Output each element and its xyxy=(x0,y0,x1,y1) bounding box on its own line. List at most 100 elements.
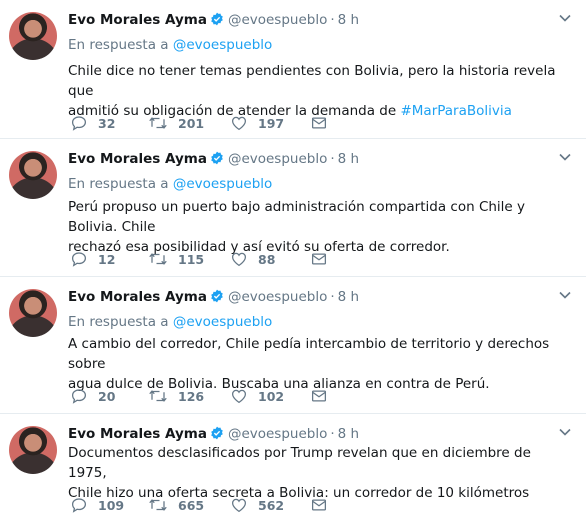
retweet-button[interactable]: 665 xyxy=(148,495,204,515)
tweet-text: Documentos desclasificados por Trump rev… xyxy=(68,443,573,503)
separator-dot: · xyxy=(330,12,335,28)
reply-button[interactable]: 20 xyxy=(70,386,115,406)
tweet-text: Chile dice no tener temas pendientes con… xyxy=(68,61,573,121)
timestamp[interactable]: 8 h xyxy=(338,12,359,28)
like-count: 197 xyxy=(258,115,285,131)
avatar[interactable] xyxy=(9,12,57,60)
retweet-icon xyxy=(149,390,167,402)
reply-context: En respuesta a @evoespueblo xyxy=(68,36,272,54)
retweet-button[interactable]: 115 xyxy=(148,249,204,269)
reply-icon xyxy=(71,252,87,267)
reply-context: En respuesta a @evoespueblo xyxy=(68,313,272,331)
chevron-down-icon[interactable] xyxy=(558,425,572,439)
avatar[interactable] xyxy=(9,289,57,337)
reply-context: En respuesta a @evoespueblo xyxy=(68,175,272,193)
retweet-icon xyxy=(149,499,167,511)
like-button[interactable]: 197 xyxy=(230,113,284,133)
tweet-text-line: Documentos desclasificados por Trump rev… xyxy=(68,445,531,481)
like-button[interactable]: 102 xyxy=(230,386,284,406)
heart-icon xyxy=(231,389,247,404)
author-handle[interactable]: @evoespueblo xyxy=(228,12,327,28)
retweet-count: 115 xyxy=(178,251,205,267)
like-count: 102 xyxy=(258,388,285,404)
retweet-count: 201 xyxy=(178,115,205,131)
reply-prefix: En respuesta a xyxy=(68,314,169,330)
author-handle[interactable]: @evoespueblo xyxy=(228,289,327,305)
envelope-icon xyxy=(311,253,327,265)
heart-icon xyxy=(231,252,247,267)
like-count: 88 xyxy=(258,251,276,267)
like-button[interactable]: 88 xyxy=(230,249,275,269)
reply-icon xyxy=(71,116,87,131)
reply-icon xyxy=(71,498,87,513)
direct-message-button[interactable] xyxy=(310,495,328,515)
separator-dot: · xyxy=(330,426,335,442)
retweet-button[interactable]: 126 xyxy=(148,386,204,406)
tweet[interactable]: Evo Morales Ayma @evoespueblo · 8 h En resp… xyxy=(0,277,586,414)
tweet-feed: Evo Morales Ayma @evoespueblo · 8 h En resp… xyxy=(0,0,586,515)
action-bar: 109 665 562 xyxy=(70,495,340,515)
direct-message-button[interactable] xyxy=(310,249,328,269)
retweet-button[interactable]: 201 xyxy=(148,113,204,133)
envelope-icon xyxy=(311,499,327,511)
envelope-icon xyxy=(311,390,327,402)
reply-button[interactable]: 12 xyxy=(70,249,115,269)
tweet-text-line: Perú propuso un puerto bajo administraci… xyxy=(68,199,526,235)
reply-count: 20 xyxy=(98,388,116,404)
action-bar: 32 201 197 xyxy=(70,113,340,133)
author-handle[interactable]: @evoespueblo xyxy=(228,151,327,167)
hashtag-link[interactable]: #MarParaBolivia xyxy=(400,103,511,119)
reply-count: 12 xyxy=(98,251,116,267)
reply-count: 109 xyxy=(98,497,125,513)
separator-dot: · xyxy=(330,151,335,167)
timestamp[interactable]: 8 h xyxy=(338,289,359,305)
action-bar: 20 126 102 xyxy=(70,386,340,406)
tweet[interactable]: Evo Morales Ayma @evoespueblo · 8 h En resp… xyxy=(0,0,586,139)
tweet-header: Evo Morales Ayma @evoespueblo · 8 h xyxy=(68,425,359,445)
verified-badge-icon xyxy=(210,289,224,308)
chevron-down-icon[interactable] xyxy=(558,150,572,164)
direct-message-button[interactable] xyxy=(310,386,328,406)
action-bar: 12 115 88 xyxy=(70,249,340,269)
tweet[interactable]: Evo Morales Ayma @evoespueblo · 8 h En resp… xyxy=(0,139,586,277)
timestamp[interactable]: 8 h xyxy=(338,426,359,442)
chevron-down-icon[interactable] xyxy=(558,288,572,302)
reply-prefix: En respuesta a xyxy=(68,176,169,192)
reply-icon xyxy=(71,389,87,404)
heart-icon xyxy=(231,498,247,513)
verified-badge-icon xyxy=(210,151,224,170)
avatar[interactable] xyxy=(9,151,57,199)
reply-handle-link[interactable]: @evoespueblo xyxy=(173,176,272,192)
author-handle[interactable]: @evoespueblo xyxy=(228,426,327,442)
reply-count: 32 xyxy=(98,115,116,131)
author-name[interactable]: Evo Morales Ayma xyxy=(68,289,207,305)
tweet-text: Perú propuso un puerto bajo administraci… xyxy=(68,197,573,257)
direct-message-button[interactable] xyxy=(310,113,328,133)
heart-icon xyxy=(231,116,247,131)
tweet[interactable]: Evo Morales Ayma @evoespueblo · 8 h Documen… xyxy=(0,414,586,515)
like-count: 562 xyxy=(258,497,285,513)
reply-button[interactable]: 32 xyxy=(70,113,115,133)
tweet-text: A cambio del corredor, Chile pedía inter… xyxy=(68,334,573,394)
chevron-down-icon[interactable] xyxy=(558,11,572,25)
envelope-icon xyxy=(311,117,327,129)
tweet-header: Evo Morales Ayma @evoespueblo · 8 h xyxy=(68,11,359,31)
retweet-icon xyxy=(149,253,167,265)
author-name[interactable]: Evo Morales Ayma xyxy=(68,151,207,167)
verified-badge-icon xyxy=(210,12,224,31)
timestamp[interactable]: 8 h xyxy=(338,151,359,167)
separator-dot: · xyxy=(330,289,335,305)
author-name[interactable]: Evo Morales Ayma xyxy=(68,12,207,28)
reply-button[interactable]: 109 xyxy=(70,495,124,515)
reply-handle-link[interactable]: @evoespueblo xyxy=(173,37,272,53)
tweet-text-line: A cambio del corredor, Chile pedía inter… xyxy=(68,336,550,372)
reply-handle-link[interactable]: @evoespueblo xyxy=(173,314,272,330)
avatar[interactable] xyxy=(9,426,57,474)
tweet-header: Evo Morales Ayma @evoespueblo · 8 h xyxy=(68,288,359,308)
tweet-header: Evo Morales Ayma @evoespueblo · 8 h xyxy=(68,150,359,170)
author-name[interactable]: Evo Morales Ayma xyxy=(68,426,207,442)
reply-prefix: En respuesta a xyxy=(68,37,169,53)
retweet-icon xyxy=(149,117,167,129)
like-button[interactable]: 562 xyxy=(230,495,284,515)
retweet-count: 665 xyxy=(178,497,205,513)
